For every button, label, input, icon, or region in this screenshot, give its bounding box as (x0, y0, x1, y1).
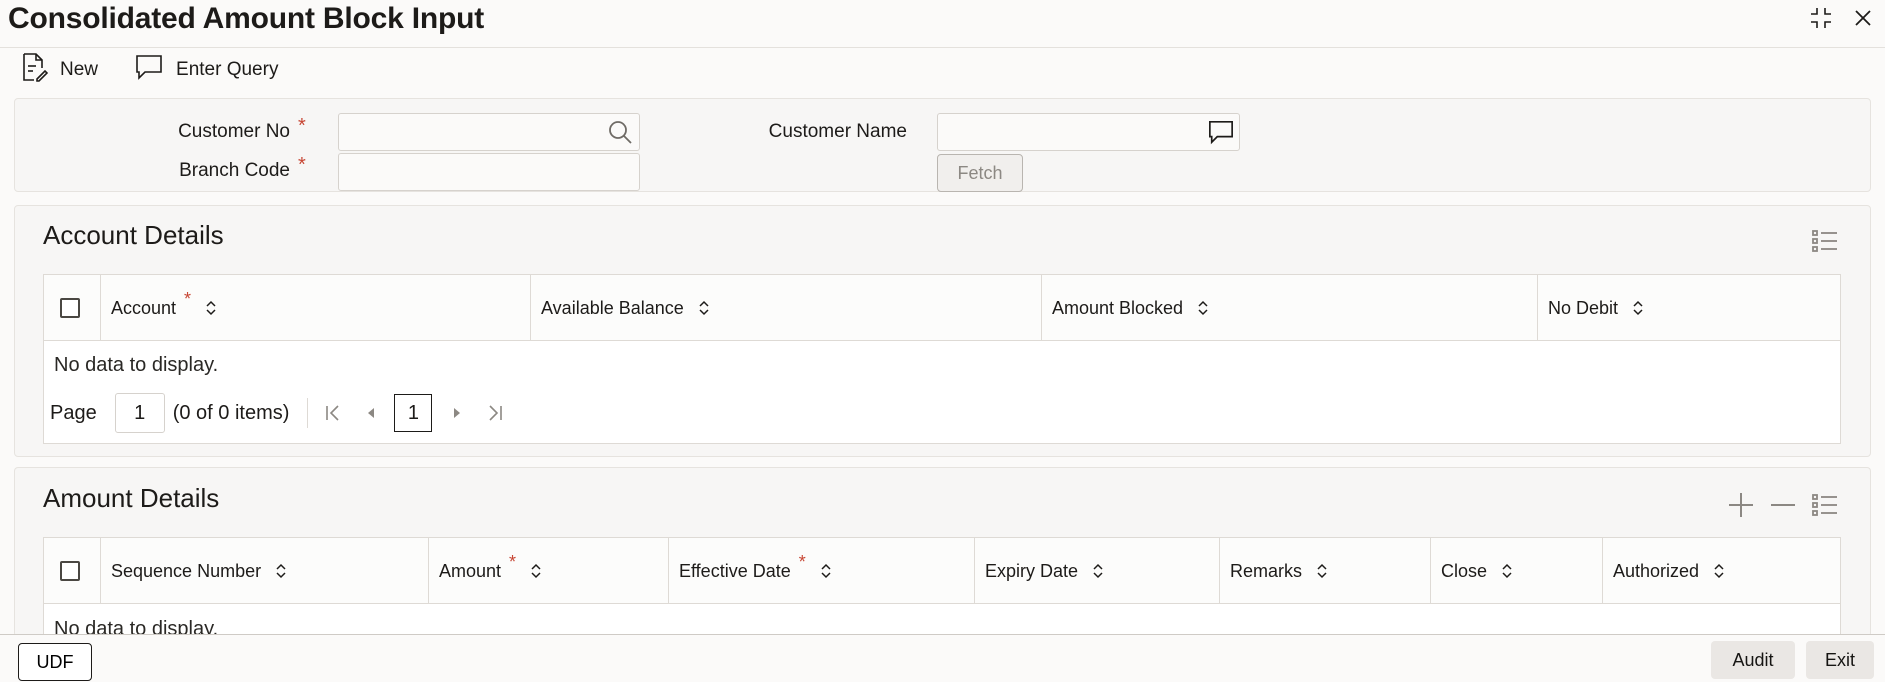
column-label: No Debit (1548, 297, 1619, 318)
select-all-cell (44, 538, 100, 604)
toolbar: New Enter Query (20, 52, 278, 88)
enter-query-button[interactable]: Enter Query (134, 53, 278, 87)
column-label: Effective Date (679, 560, 791, 581)
add-row-icon[interactable] (1726, 490, 1756, 520)
column-label: Close (1441, 560, 1488, 581)
sort-icon[interactable] (1316, 562, 1328, 580)
customer-name-label: Customer Name (768, 121, 907, 142)
column-label: Available Balance (541, 297, 684, 318)
amount-details-panel: Amount Details Sequence Number Amount * … (14, 467, 1871, 647)
title-bar: Consolidated Amount Block Input (0, 0, 1885, 48)
column-amount[interactable]: Amount * (428, 538, 668, 604)
last-page-icon[interactable] (482, 400, 508, 426)
customer-no-input[interactable] (338, 113, 640, 151)
select-all-checkbox[interactable] (60, 298, 80, 318)
column-authorized[interactable]: Authorized (1602, 538, 1840, 604)
required-marker: * (798, 551, 806, 572)
window-controls (1807, 4, 1877, 32)
sort-icon[interactable] (820, 562, 832, 580)
customer-no-label: Customer No (178, 121, 290, 142)
empty-message: No data to display. (54, 354, 219, 376)
branch-code-input[interactable] (338, 153, 640, 191)
udf-button[interactable]: UDF (18, 643, 92, 681)
previous-page-icon[interactable] (358, 400, 384, 426)
audit-button[interactable]: Audit (1711, 641, 1795, 679)
delete-row-icon[interactable] (1768, 490, 1798, 520)
column-label: Sequence Number (111, 560, 262, 581)
grid-header: Account * Available Balance Amount Block… (44, 275, 1840, 341)
sort-icon[interactable] (1092, 562, 1104, 580)
sort-icon[interactable] (530, 562, 542, 580)
column-label: Amount (439, 560, 502, 581)
column-expiry-date[interactable]: Expiry Date (974, 538, 1219, 604)
column-label: Remarks (1230, 560, 1303, 581)
customer-name-input[interactable] (937, 113, 1240, 151)
required-marker: * (298, 115, 306, 137)
branch-code-label: Branch Code (179, 160, 290, 181)
list-view-icon[interactable] (1810, 490, 1840, 520)
first-page-icon[interactable] (320, 400, 346, 426)
account-details-title: Account Details (43, 220, 224, 250)
required-marker: * (184, 288, 192, 309)
sort-icon[interactable] (698, 299, 710, 317)
footer-bar: UDF Audit Exit (0, 634, 1885, 682)
page-input[interactable]: 1 (114, 393, 165, 433)
sort-icon[interactable] (1197, 299, 1209, 317)
new-document-icon (20, 52, 49, 88)
column-close[interactable]: Close (1430, 538, 1602, 604)
amount-details-title: Amount Details (43, 483, 220, 513)
new-label: New (60, 59, 99, 80)
collapse-icon[interactable] (1807, 4, 1835, 32)
column-label: Account (111, 297, 177, 318)
column-no-debit[interactable]: No Debit (1537, 275, 1840, 341)
required-marker: * (298, 154, 306, 176)
new-button[interactable]: New (20, 52, 98, 88)
search-icon[interactable] (605, 117, 635, 147)
column-label: Authorized (1613, 560, 1700, 581)
close-icon[interactable] (1849, 4, 1877, 32)
required-marker: * (509, 551, 517, 572)
pagination: Page 1 (0 of 0 items) 1 (50, 393, 508, 433)
page-label: Page (50, 401, 97, 424)
account-details-grid: Account * Available Balance Amount Block… (43, 274, 1841, 444)
column-effective-date[interactable]: Effective Date * (668, 538, 974, 604)
chat-icon[interactable] (1206, 117, 1236, 147)
divider (307, 398, 309, 428)
sort-icon[interactable] (275, 562, 287, 580)
list-view-icon[interactable] (1810, 226, 1840, 256)
enter-query-label: Enter Query (176, 59, 279, 80)
column-remarks[interactable]: Remarks (1219, 538, 1430, 604)
column-account[interactable]: Account * (100, 275, 530, 341)
column-label: Amount Blocked (1052, 297, 1184, 318)
column-label: Expiry Date (985, 560, 1079, 581)
account-details-tools (1810, 226, 1840, 256)
column-available-balance[interactable]: Available Balance (530, 275, 1041, 341)
sort-icon[interactable] (1501, 562, 1513, 580)
grid-header: Sequence Number Amount * Effective Date … (44, 538, 1840, 604)
fetch-button[interactable]: Fetch (937, 154, 1023, 192)
column-sequence-number[interactable]: Sequence Number (100, 538, 428, 604)
column-amount-blocked[interactable]: Amount Blocked (1041, 275, 1537, 341)
chat-icon (134, 53, 164, 87)
account-details-panel: Account Details Account * Available Bala… (14, 205, 1871, 457)
page-title: Consolidated Amount Block Input (8, 2, 484, 35)
sort-icon[interactable] (1632, 299, 1644, 317)
select-all-checkbox[interactable] (60, 561, 80, 581)
sort-icon[interactable] (1713, 562, 1725, 580)
amount-details-tools (1726, 490, 1840, 520)
amount-details-grid: Sequence Number Amount * Effective Date … (43, 537, 1841, 647)
items-count: (0 of 0 items) (172, 401, 290, 424)
exit-button[interactable]: Exit (1806, 641, 1874, 679)
next-page-icon[interactable] (444, 400, 470, 426)
current-page[interactable]: 1 (394, 394, 433, 432)
select-all-cell (44, 275, 100, 341)
sort-icon[interactable] (205, 299, 217, 317)
